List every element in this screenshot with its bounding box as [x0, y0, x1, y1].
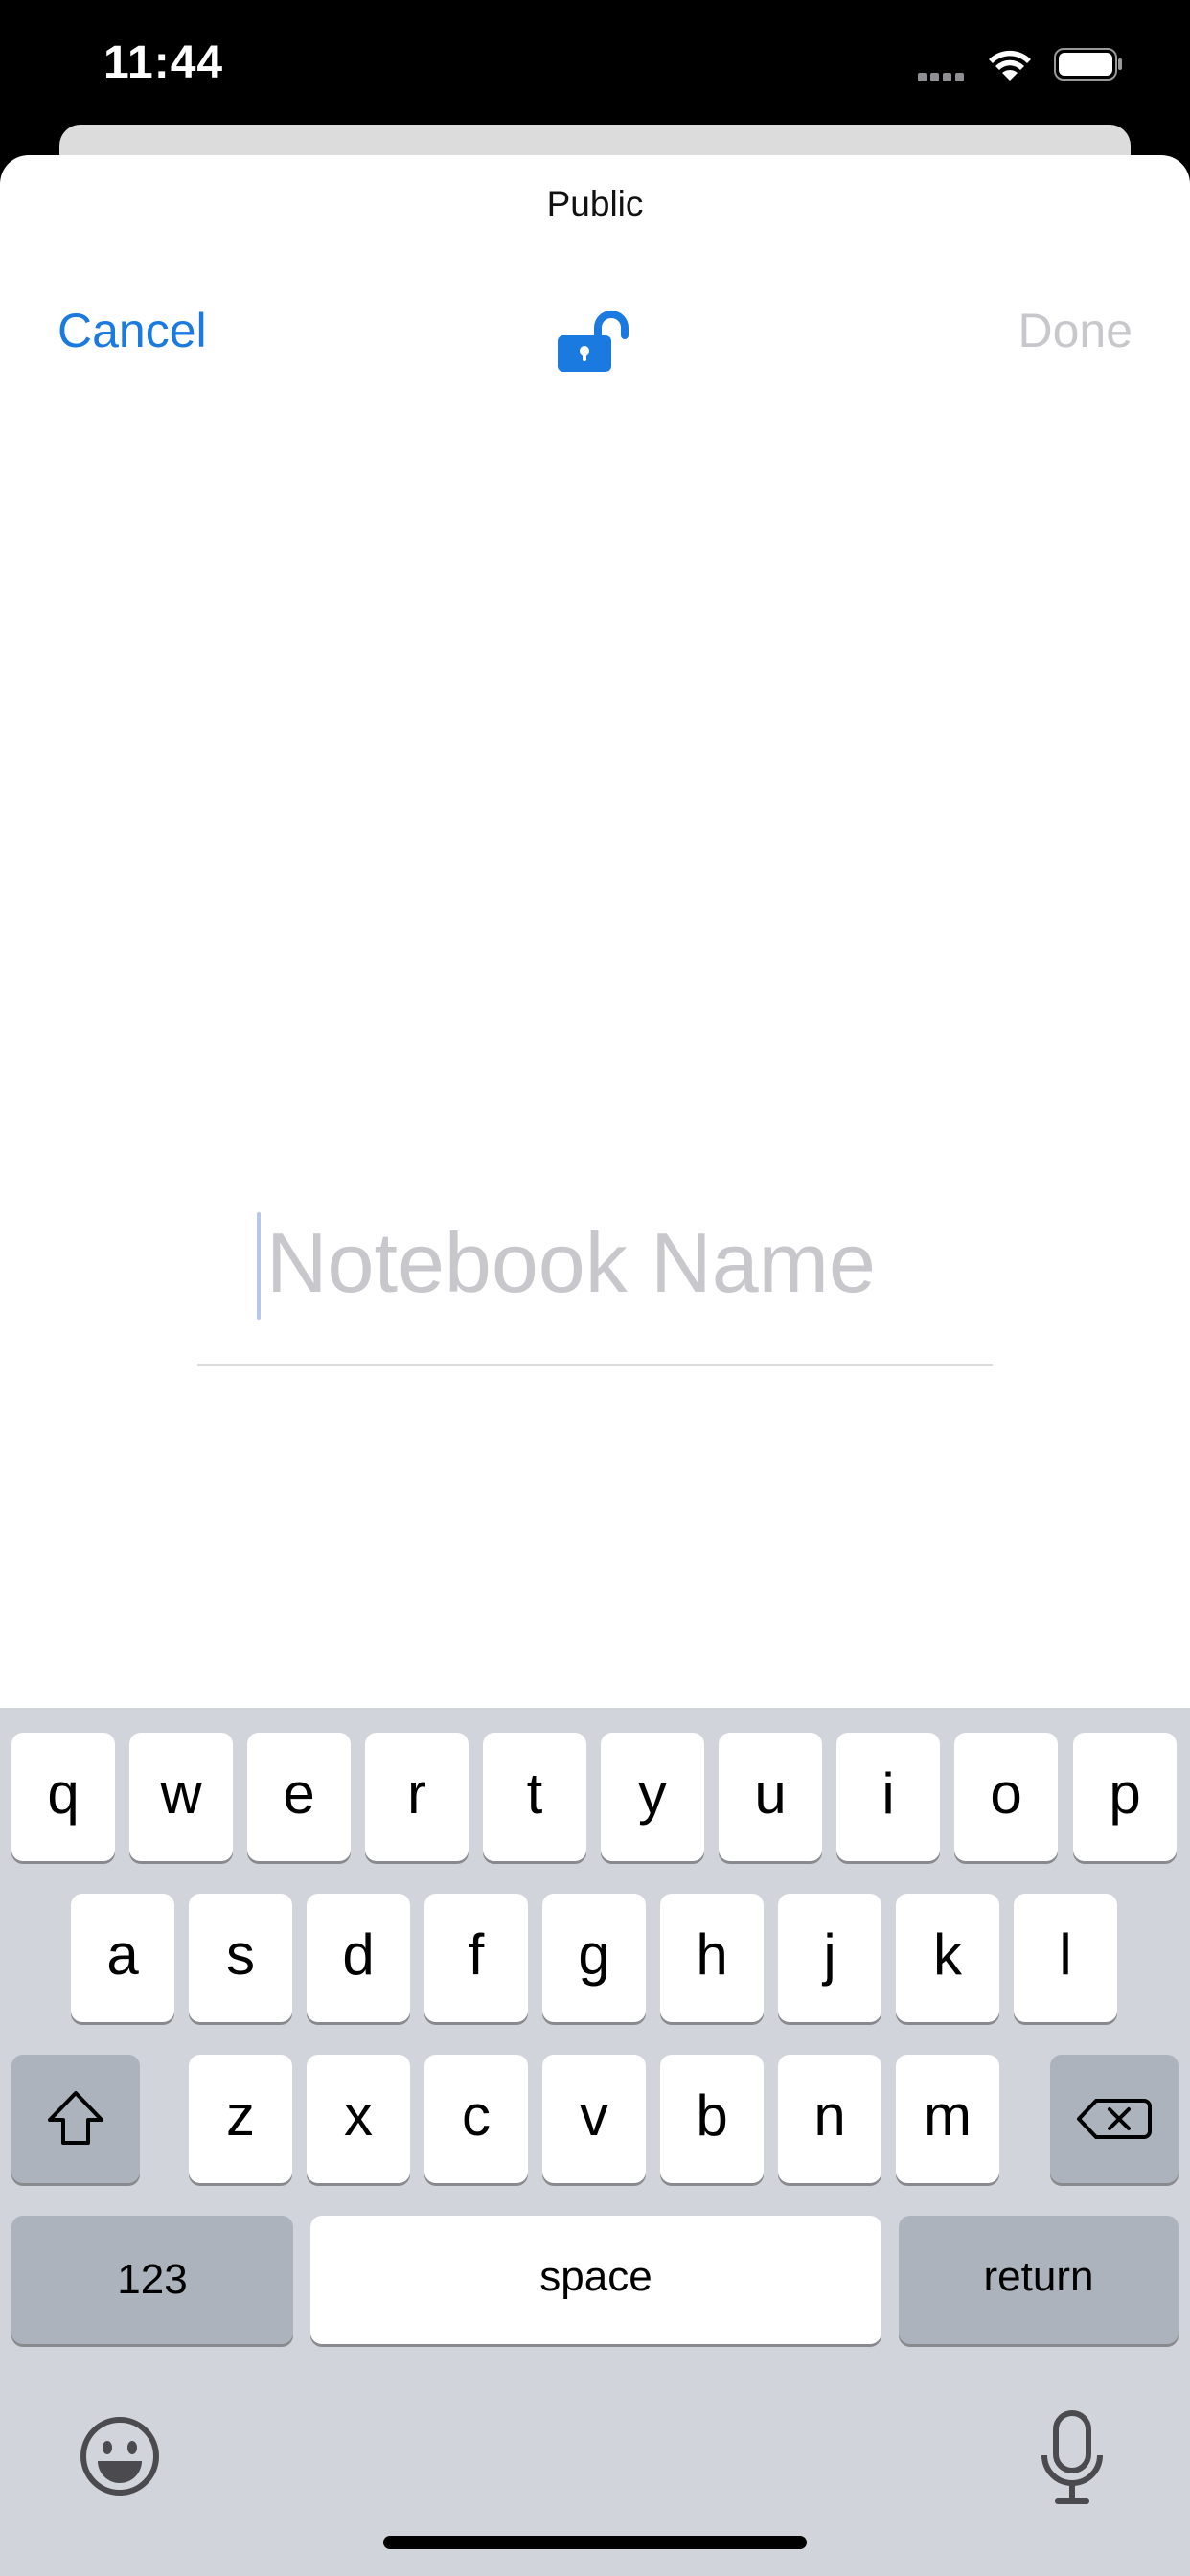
key-i[interactable]: i — [836, 1733, 940, 1861]
done-button[interactable]: Done — [1018, 303, 1133, 358]
shift-key[interactable] — [11, 2055, 140, 2183]
key-q[interactable]: q — [11, 1733, 115, 1861]
sheet-title: Public — [546, 184, 644, 223]
key-k[interactable]: k — [896, 1894, 999, 2022]
cancel-button[interactable]: Cancel — [57, 303, 207, 358]
key-o[interactable]: o — [954, 1733, 1058, 1861]
status-bar: 11:44 — [0, 0, 1190, 125]
unlocked-padlock-icon[interactable] — [554, 307, 636, 376]
shift-icon — [48, 2091, 103, 2145]
backspace-icon — [1077, 2099, 1152, 2139]
wifi-icon — [989, 50, 1031, 80]
key-m[interactable]: m — [896, 2055, 999, 2183]
return-key[interactable]: return — [899, 2216, 1179, 2344]
space-key[interactable]: space — [310, 2216, 881, 2344]
key-h[interactable]: h — [660, 1894, 764, 2022]
key-x[interactable]: x — [307, 2055, 410, 2183]
signal-dots-icon — [918, 69, 968, 86]
notebook-name-placeholder: Notebook Name — [266, 1215, 876, 1310]
key-b[interactable]: b — [660, 2055, 764, 2183]
keyboard: q w e r t y u i o p a s d f g h j k l z … — [0, 1708, 1190, 2576]
key-j[interactable]: j — [778, 1894, 881, 2022]
key-l[interactable]: l — [1014, 1894, 1117, 2022]
key-g[interactable]: g — [542, 1894, 646, 2022]
backspace-key[interactable] — [1050, 2055, 1179, 2183]
key-e[interactable]: e — [247, 1733, 351, 1861]
field-underline — [197, 1364, 993, 1366]
key-f[interactable]: f — [424, 1894, 528, 2022]
home-indicator — [383, 2536, 807, 2549]
microphone-icon[interactable] — [1039, 2407, 1106, 2507]
battery-icon — [1054, 48, 1122, 80]
key-a[interactable]: a — [71, 1894, 174, 2022]
notebook-name-field[interactable]: Notebook Name — [197, 1212, 993, 1368]
text-caret — [257, 1212, 261, 1320]
emoji-icon[interactable] — [77, 2413, 163, 2499]
numbers-key[interactable]: 123 — [11, 2216, 293, 2344]
key-z[interactable]: z — [189, 2055, 292, 2183]
key-p[interactable]: p — [1073, 1733, 1177, 1861]
key-s[interactable]: s — [189, 1894, 292, 2022]
key-u[interactable]: u — [719, 1733, 822, 1861]
key-v[interactable]: v — [542, 2055, 646, 2183]
key-n[interactable]: n — [778, 2055, 881, 2183]
key-c[interactable]: c — [424, 2055, 528, 2183]
key-r[interactable]: r — [365, 1733, 469, 1861]
key-d[interactable]: d — [307, 1894, 410, 2022]
status-time: 11:44 — [103, 37, 224, 88]
key-y[interactable]: y — [601, 1733, 704, 1861]
key-t[interactable]: t — [483, 1733, 586, 1861]
key-w[interactable]: w — [129, 1733, 233, 1861]
